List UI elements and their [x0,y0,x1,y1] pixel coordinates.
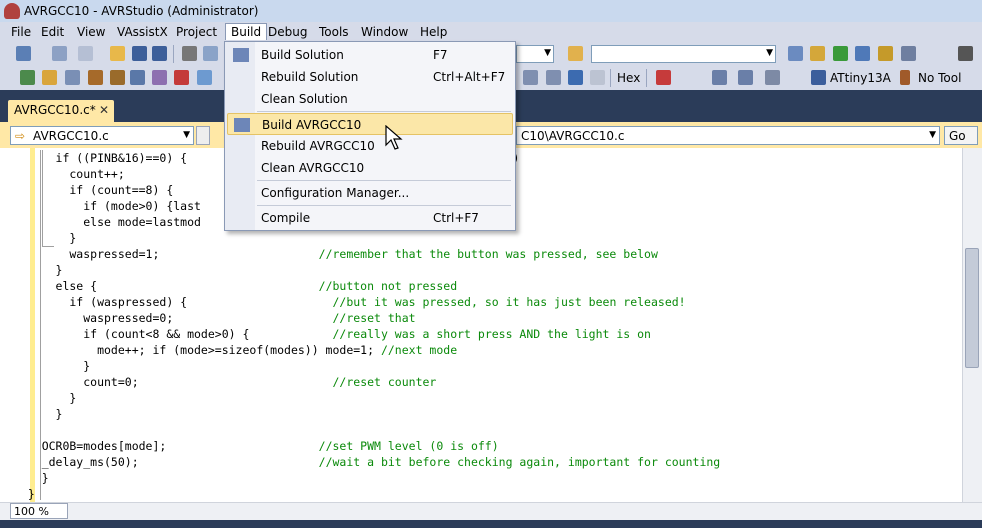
debug-icon[interactable] [20,70,35,85]
output-icon[interactable] [901,46,916,61]
menu-file[interactable]: File [6,24,36,41]
memory-icon[interactable] [712,70,727,85]
bookmark-icon[interactable] [88,70,103,85]
find-combo[interactable]: ▼ [591,45,776,63]
save-icon[interactable] [132,46,147,61]
code-line: waspressed=0; //reset that [14,311,416,325]
code-line: } [14,359,91,373]
close-tab-icon[interactable]: ✕ [99,103,109,117]
next-icon[interactable] [568,70,583,85]
registers-icon[interactable] [738,70,753,85]
comment-icon[interactable] [197,70,212,85]
menu-help[interactable]: Help [415,24,452,41]
menu-bar: File Edit View VAssistX Project Build De… [0,22,982,42]
menu-compile[interactable]: Compile Ctrl+F7 [227,207,513,229]
menu-build[interactable]: Build [225,23,268,40]
menu-rebuild-solution[interactable]: Rebuild Solution Ctrl+Alt+F7 [227,66,513,88]
spellcheck-icon[interactable] [174,70,189,85]
toolbox-icon[interactable] [855,46,870,61]
build-menu-dropdown: Build Solution F7 Rebuild Solution Ctrl+… [224,41,516,231]
mouse-cursor-icon [385,125,403,150]
file-combo[interactable]: ⇨ AVRGCC10.c ▼ [10,126,194,145]
menu-debug[interactable]: Debug [263,24,312,41]
find-in-files-icon[interactable] [568,46,583,61]
open-icon[interactable] [110,46,125,61]
title-bar: AVRGCC10 - AVRStudio (Administrator) [0,0,982,22]
menu-vassistx[interactable]: VAssistX [112,24,173,41]
menu-clean-project[interactable]: Clean AVRGCC10 [227,157,513,179]
settings-icon[interactable] [65,70,80,85]
io-view-icon[interactable] [765,70,780,85]
menu-rebuild-project[interactable]: Rebuild AVRGCC10 [227,135,513,157]
code-line: mode++; if (mode>=sizeof(modes)) mode=1;… [14,343,458,357]
code-line: } [14,487,35,501]
split-button[interactable] [196,126,210,145]
properties-icon[interactable] [833,46,848,61]
code-line: if (waspressed) { //but it was pressed, … [14,295,686,309]
menu-build-project[interactable]: Build AVRGCC10 [227,113,513,135]
code-line: _delay_ms(50); //wait a bit before check… [14,455,721,469]
document-tab-label: AVRGCC10.c* [14,103,96,117]
hex-button[interactable]: Hex [617,71,640,85]
document-tab[interactable]: AVRGCC10.c* ✕ [8,100,114,122]
nav-arrow-icon: ⇨ [15,129,26,143]
stop-icon[interactable] [656,70,671,85]
go-button[interactable]: Go [944,126,978,145]
code-line: } [14,407,63,421]
brace-icon[interactable] [152,70,167,85]
code-line: } [14,471,49,485]
find-icon[interactable] [788,46,803,61]
vertical-scrollbar[interactable] [962,148,982,502]
build-solution-icon [233,48,249,62]
menu-tools[interactable]: Tools [314,24,354,41]
code-line: } [14,263,63,277]
device-selector[interactable]: ATtiny13A [830,71,891,85]
save-all-icon[interactable] [152,46,167,61]
tag-icon[interactable] [110,70,125,85]
add-item-icon[interactable] [52,46,67,61]
menu-window[interactable]: Window [356,24,413,41]
build-icon [234,118,250,132]
window-title: AVRGCC10 - AVRStudio (Administrator) [24,4,259,18]
code-line: } [14,231,77,245]
code-line: else { //button not pressed [14,279,458,293]
menu-configuration-manager[interactable]: Configuration Manager... [227,182,513,204]
outline-icon[interactable] [130,70,145,85]
config-combo[interactable]: ▼ [516,45,554,63]
tool-selector[interactable]: No Tool [918,71,961,85]
menu-clean-solution[interactable]: Clean Solution [227,88,513,110]
upload-icon [590,70,605,85]
menu-view[interactable]: View [72,24,110,41]
code-line: } [14,391,77,405]
zoom-combo[interactable]: 100 % [10,503,68,519]
path-combo[interactable]: C10\AVRGCC10.c ▼ [516,126,940,145]
menu-build-solution[interactable]: Build Solution F7 [227,44,513,66]
new-project-icon[interactable] [16,46,31,61]
cut-icon[interactable] [182,46,197,61]
code-line: if (count<8 && mode>0) { //really was a … [14,327,651,341]
class-view-icon[interactable] [878,46,893,61]
device-icon[interactable] [811,70,826,85]
solution-explorer-icon[interactable] [810,46,825,61]
indent-icon[interactable] [523,70,538,85]
app-icon [4,3,20,19]
scroll-thumb[interactable] [965,248,979,368]
code-line: count=0; //reset counter [14,375,437,389]
code-line: waspressed=1; //remember that the button… [14,247,658,261]
code-line: OCR0B=modes[mode]; //set PWM level (0 is… [14,439,499,453]
menu-project[interactable]: Project [171,24,222,41]
align-icon[interactable] [958,46,973,61]
folder-icon[interactable] [42,70,57,85]
status-bar [0,520,982,528]
horizontal-scrollbar[interactable] [0,502,982,520]
menu-edit[interactable]: Edit [36,24,69,41]
copy-icon[interactable] [203,46,218,61]
layout-icon[interactable] [78,46,93,61]
format-icon[interactable] [546,70,561,85]
tool-icon[interactable] [900,70,910,85]
